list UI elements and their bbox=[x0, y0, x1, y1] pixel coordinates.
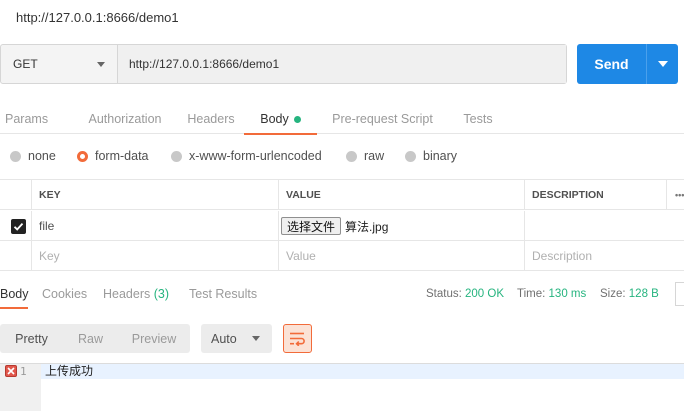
body-type-none[interactable]: none bbox=[10, 145, 56, 167]
table-header-row: KEY VALUE DESCRIPTION ••• bbox=[0, 180, 684, 210]
send-options-dropdown[interactable] bbox=[647, 44, 678, 84]
table-row-new: Key Value Description bbox=[0, 241, 684, 271]
request-tab-title[interactable]: http://127.0.0.1:8666/demo1 bbox=[16, 10, 179, 25]
format-preview[interactable]: Preview bbox=[118, 324, 190, 353]
error-icon bbox=[5, 365, 17, 377]
tab-headers[interactable]: Headers bbox=[178, 104, 244, 134]
response-format-group: Pretty Raw Preview bbox=[0, 324, 190, 353]
tab-tests[interactable]: Tests bbox=[448, 104, 508, 134]
file-name: 算法.jpg bbox=[345, 219, 389, 234]
request-tabs: Params Authorization Headers Body Pre-re… bbox=[0, 104, 684, 135]
status-value: 200 OK bbox=[465, 288, 505, 300]
body-type-x-www-form-urlencoded[interactable]: x-www-form-urlencoded bbox=[171, 145, 322, 167]
response-editor[interactable]: 1 上传成功 bbox=[0, 363, 684, 411]
wrap-lines-button[interactable] bbox=[283, 324, 312, 353]
body-type-selector: none form-data x-www-form-urlencoded raw… bbox=[0, 145, 684, 167]
tab-pre-request-script[interactable]: Pre-request Script bbox=[317, 104, 448, 134]
active-line-highlight bbox=[41, 364, 684, 379]
response-tab-body[interactable]: Body bbox=[0, 280, 29, 309]
value-placeholder[interactable]: Value bbox=[278, 241, 524, 271]
time-value: 130 ms bbox=[548, 288, 587, 300]
response-line-text: 上传成功 bbox=[45, 364, 94, 378]
column-header-key: KEY bbox=[31, 180, 278, 210]
language-select[interactable]: Auto bbox=[201, 324, 272, 353]
url-bar: GET bbox=[0, 44, 567, 84]
language-label: Auto bbox=[211, 331, 237, 346]
format-pretty[interactable]: Pretty bbox=[0, 324, 63, 353]
column-header-description: DESCRIPTION bbox=[524, 180, 666, 210]
save-response-button[interactable] bbox=[675, 282, 684, 306]
format-raw[interactable]: Raw bbox=[63, 324, 118, 353]
choose-file-button[interactable]: 选择文件 bbox=[281, 217, 342, 235]
key-placeholder[interactable]: Key bbox=[31, 241, 278, 271]
description-cell[interactable] bbox=[524, 211, 684, 241]
headers-count: (3) bbox=[153, 287, 170, 301]
key-cell[interactable]: file bbox=[31, 211, 278, 241]
send-button-group: Send bbox=[577, 44, 678, 84]
chevron-down-icon bbox=[252, 336, 260, 341]
line-number: 1 bbox=[20, 365, 27, 378]
url-input[interactable] bbox=[118, 45, 566, 83]
chevron-down-icon bbox=[657, 61, 668, 67]
radio-icon bbox=[346, 150, 357, 162]
radio-icon bbox=[10, 150, 21, 162]
body-type-binary[interactable]: binary bbox=[405, 145, 457, 167]
body-type-form-data[interactable]: form-data bbox=[77, 145, 149, 167]
body-modified-dot-icon bbox=[293, 115, 301, 123]
radio-icon bbox=[171, 150, 182, 162]
response-time: Time: 130 ms bbox=[517, 288, 587, 300]
table-row: file 选择文件 算法.jpg bbox=[0, 211, 684, 241]
response-size: Size: 128 B bbox=[600, 288, 659, 300]
body-type-raw[interactable]: raw bbox=[346, 145, 384, 167]
tab-body[interactable]: Body bbox=[244, 104, 317, 135]
checkbox-checked-icon[interactable] bbox=[11, 218, 26, 234]
response-tab-cookies[interactable]: Cookies bbox=[42, 280, 87, 308]
size-value: 128 B bbox=[628, 288, 659, 300]
chevron-down-icon bbox=[97, 61, 105, 67]
send-button[interactable]: Send bbox=[577, 44, 647, 84]
form-data-table: KEY VALUE DESCRIPTION ••• file 选择文件 算法.j… bbox=[0, 179, 684, 271]
tab-params[interactable]: Params bbox=[0, 104, 72, 134]
wrap-lines-icon bbox=[290, 332, 305, 346]
tab-authorization[interactable]: Authorization bbox=[72, 104, 178, 134]
editor-gutter: 1 bbox=[0, 364, 41, 411]
method-select[interactable]: GET bbox=[1, 45, 118, 83]
row-checkbox-cell[interactable] bbox=[0, 211, 31, 241]
method-label: GET bbox=[13, 57, 38, 71]
description-placeholder[interactable]: Description bbox=[524, 241, 684, 271]
radio-selected-icon bbox=[77, 150, 88, 162]
response-tab-test-results[interactable]: Test Results bbox=[189, 280, 257, 308]
column-header-value: VALUE bbox=[278, 180, 524, 210]
more-options-icon[interactable]: ••• bbox=[666, 180, 684, 210]
response-tab-headers[interactable]: Headers (3) bbox=[103, 280, 169, 308]
response-status: Status: 200 OK bbox=[426, 288, 505, 300]
response-tabs: Body Cookies Headers (3) Test Results St… bbox=[0, 280, 684, 309]
radio-icon bbox=[405, 150, 416, 162]
value-cell: 选择文件 算法.jpg bbox=[278, 211, 524, 241]
